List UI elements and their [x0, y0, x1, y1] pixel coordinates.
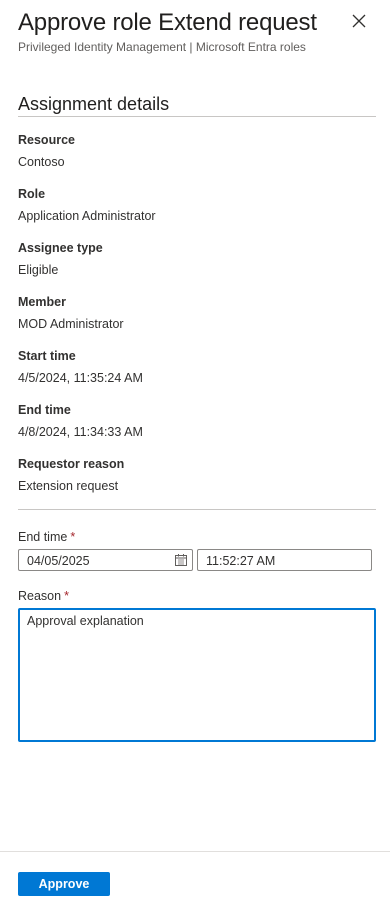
reason-label-text: Reason	[18, 589, 62, 603]
detail-field-requestor-reason: Requestor reason Extension request	[18, 456, 358, 510]
reason-label: Reason *	[18, 589, 69, 603]
detail-value: 4/8/2024, 11:34:33 AM	[18, 425, 143, 439]
end-time-input[interactable]: 11:52:27 AM	[197, 549, 372, 571]
panel-header: Approve role Extend request Privileged I…	[18, 8, 390, 54]
approve-button[interactable]: Approve	[18, 872, 110, 896]
detail-value: Eligible	[18, 263, 59, 277]
detail-field-assignee-type: Assignee type Eligible	[18, 240, 358, 294]
detail-field-member: Member MOD Administrator	[18, 294, 358, 348]
required-marker: *	[64, 589, 69, 603]
detail-value: 4/5/2024, 11:35:24 AM	[18, 371, 143, 385]
panel-title: Approve role Extend request	[18, 9, 317, 36]
detail-field-start-time: Start time 4/5/2024, 11:35:24 AM	[18, 348, 358, 402]
detail-label: Start time	[18, 349, 76, 363]
detail-value: Contoso	[18, 155, 65, 169]
detail-field-resource: Resource Contoso	[18, 132, 358, 186]
section-divider	[18, 116, 376, 117]
reason-value: Approval explanation	[27, 614, 144, 628]
required-marker: *	[70, 530, 76, 544]
detail-label: Resource	[18, 133, 75, 147]
detail-label: Assignee type	[18, 241, 103, 255]
detail-value: MOD Administrator	[18, 317, 124, 331]
detail-value: Application Administrator	[18, 209, 156, 223]
detail-label: Role	[18, 187, 46, 201]
detail-field-end-time: End time 4/8/2024, 11:34:33 AM	[18, 402, 358, 456]
form-divider	[18, 509, 376, 510]
panel-subtitle: Privileged Identity Management | Microso…	[18, 40, 306, 54]
reason-textarea[interactable]: Approval explanation	[18, 608, 376, 742]
detail-label: End time	[18, 403, 71, 417]
footer-divider	[0, 851, 390, 852]
end-time-label-text: End time	[18, 530, 68, 544]
end-time-value: 11:52:27 AM	[206, 554, 276, 568]
assignment-details: Resource Contoso Role Application Admini…	[18, 132, 358, 510]
detail-label: Requestor reason	[18, 457, 125, 471]
detail-label: Member	[18, 295, 66, 309]
section-title: Assignment details	[18, 94, 170, 114]
detail-value: Extension request	[18, 479, 119, 493]
end-time-label: End time *	[18, 530, 75, 544]
end-date-value: 04/05/2025	[27, 554, 90, 568]
calendar-icon[interactable]	[175, 554, 187, 566]
close-icon[interactable]	[350, 12, 368, 30]
end-date-input[interactable]: 04/05/2025	[18, 549, 193, 571]
detail-field-role: Role Application Administrator	[18, 186, 358, 240]
